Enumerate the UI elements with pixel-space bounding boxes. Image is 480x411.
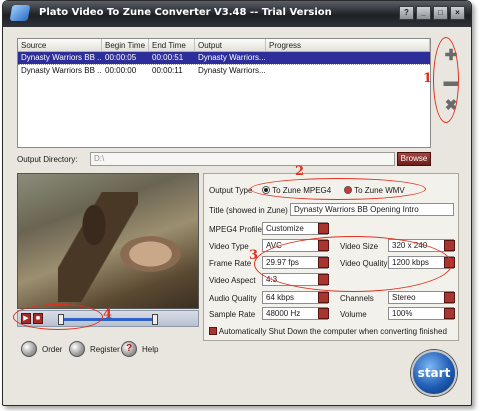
app-window: Plato Video To Zune Converter V3.48 -- T… bbox=[2, 0, 472, 406]
column-end-time[interactable]: End Time bbox=[149, 39, 195, 51]
file-list-header: Source Begin Time End Time Output Progre… bbox=[18, 39, 430, 52]
file-row-source: Dynasty Warriors BB ... bbox=[21, 53, 102, 62]
file-row[interactable]: Dynasty Warriors BB ... 00:00:00 00:00:1… bbox=[18, 64, 430, 76]
annotation-number: 4 bbox=[103, 307, 113, 322]
window-title: Plato Video To Zune Converter V3.48 -- T… bbox=[39, 7, 332, 18]
audio-quality-label: Audio Quality bbox=[209, 294, 257, 303]
mpeg4-profile-label: MPEG4 Profile bbox=[209, 225, 262, 234]
video-preview bbox=[17, 173, 199, 309]
file-row-output: Dynasty Warriors... bbox=[198, 66, 266, 75]
chevron-down-icon[interactable] bbox=[318, 308, 329, 319]
column-source[interactable]: Source bbox=[18, 39, 102, 51]
minimize-button[interactable]: _ bbox=[416, 6, 431, 20]
file-list[interactable]: Source Begin Time End Time Output Progre… bbox=[17, 38, 431, 148]
column-output[interactable]: Output bbox=[195, 39, 266, 51]
output-type-label: Output Type bbox=[209, 186, 253, 195]
chevron-down-icon[interactable] bbox=[444, 292, 455, 303]
order-icon bbox=[21, 341, 37, 357]
auto-shutdown-label: Automatically Shut Down the computer whe… bbox=[218, 327, 447, 336]
column-progress[interactable]: Progress bbox=[266, 39, 430, 51]
file-row-begin: 00:00:00 bbox=[105, 66, 137, 75]
checkbox-icon bbox=[209, 327, 217, 335]
file-row-output: Dynasty Warriors... bbox=[198, 53, 266, 62]
help-window-button[interactable]: ? bbox=[399, 6, 414, 20]
browse-button[interactable]: Browse bbox=[397, 152, 431, 166]
preview-figure bbox=[108, 229, 193, 279]
trim-end-handle[interactable] bbox=[152, 314, 158, 325]
file-row-end: 00:00:11 bbox=[152, 66, 183, 75]
file-row-end: 00:00:51 bbox=[152, 53, 184, 62]
chevron-down-icon[interactable] bbox=[444, 240, 455, 251]
auto-shutdown-checkbox[interactable]: Automatically Shut Down the computer whe… bbox=[209, 327, 447, 336]
title-bar[interactable]: Plato Video To Zune Converter V3.48 -- T… bbox=[3, 1, 471, 27]
maximize-button[interactable]: □ bbox=[433, 6, 448, 20]
register-label: Register bbox=[90, 344, 120, 354]
file-row-source: Dynasty Warriors BB ... bbox=[21, 66, 102, 75]
annotation-number: 2 bbox=[295, 164, 305, 179]
title-label: Title (showed in Zune) bbox=[209, 206, 288, 215]
column-begin-time[interactable]: Begin Time bbox=[102, 39, 149, 51]
order-label: Order bbox=[42, 344, 63, 354]
order-button[interactable]: Order bbox=[21, 341, 62, 357]
chevron-down-icon[interactable] bbox=[318, 292, 329, 303]
register-icon bbox=[69, 341, 85, 357]
video-type-label: Video Type bbox=[209, 242, 249, 251]
chevron-down-icon[interactable] bbox=[444, 308, 455, 319]
output-directory-label: Output Directory: bbox=[17, 155, 78, 164]
file-row-begin: 00:00:05 bbox=[105, 53, 137, 62]
file-row-progress bbox=[266, 52, 430, 64]
settings-panel: Output Type To Zune MPEG4 To Zune WMV Ti… bbox=[203, 173, 459, 341]
annotation-oval-output-type bbox=[250, 178, 426, 200]
sample-rate-label: Sample Rate bbox=[209, 310, 256, 319]
close-button[interactable]: × bbox=[450, 6, 465, 20]
chevron-down-icon[interactable] bbox=[318, 223, 329, 234]
output-directory-field[interactable]: D:\ bbox=[90, 152, 395, 166]
file-row-progress bbox=[266, 65, 430, 76]
help-button[interactable]: ? Help bbox=[121, 341, 158, 357]
register-button[interactable]: Register bbox=[69, 341, 120, 357]
annotation-oval-player bbox=[13, 304, 103, 330]
app-logo-icon bbox=[9, 5, 31, 21]
file-row[interactable]: Dynasty Warriors BB ... 00:00:05 00:00:5… bbox=[18, 52, 430, 64]
annotation-oval-side-buttons bbox=[433, 37, 459, 123]
help-label: Help bbox=[142, 344, 159, 354]
start-button[interactable]: start bbox=[411, 350, 457, 396]
frame-rate-label: Frame Rate bbox=[209, 259, 252, 268]
video-aspect-label: Video Aspect bbox=[209, 276, 256, 285]
title-input[interactable]: Dynasty Warriors BB Opening Intro bbox=[290, 203, 454, 216]
annotation-oval-video-settings bbox=[254, 236, 452, 292]
volume-label: Volume bbox=[340, 310, 367, 319]
help-icon: ? bbox=[121, 341, 137, 357]
annotation-number: 3 bbox=[249, 248, 259, 263]
annotation-number: 1 bbox=[423, 71, 433, 86]
channels-label: Channels bbox=[340, 294, 374, 303]
